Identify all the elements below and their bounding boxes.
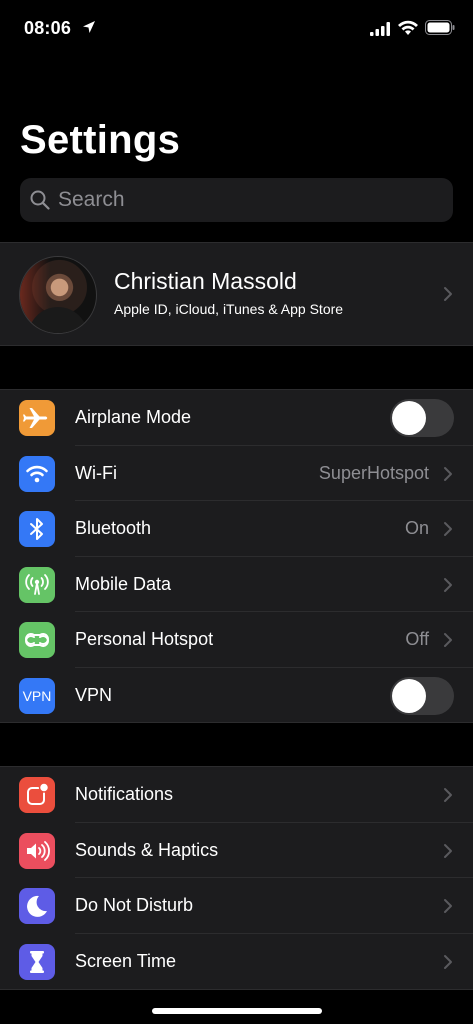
- bluetooth-row[interactable]: Bluetooth On: [0, 501, 473, 557]
- search-bar[interactable]: Search: [20, 178, 453, 222]
- location-arrow-icon: [83, 21, 95, 33]
- apple-id-row[interactable]: Christian Massold Apple ID, iCloud, iTun…: [0, 242, 473, 346]
- screen-time-label: Screen Time: [75, 950, 177, 971]
- chevron-right-icon: [444, 522, 452, 536]
- vpn-row: VPN VPN: [0, 668, 473, 724]
- wifi-row[interactable]: Wi-Fi SuperHotspot: [0, 446, 473, 501]
- bluetooth-icon: [19, 511, 55, 547]
- status-bar: 08:06: [0, 0, 473, 58]
- screen-time-row[interactable]: Screen Time: [0, 934, 473, 990]
- do-not-disturb-label: Do Not Disturb: [75, 895, 194, 915]
- chevron-right-icon: [444, 954, 452, 969]
- moon-icon: [19, 888, 55, 924]
- wifi-value: SuperHotspot: [318, 462, 429, 483]
- mobile-data-label: Mobile Data: [75, 573, 172, 594]
- personal-hotspot-row[interactable]: Personal Hotspot Off: [0, 612, 473, 668]
- airplane-mode-toggle[interactable]: [390, 399, 454, 437]
- chevron-right-icon: [444, 788, 452, 802]
- notifications-label: Notifications: [75, 784, 174, 804]
- notifications-icon: [19, 777, 55, 813]
- network-settings-group: Airplane Mode Wi-Fi SuperHotspot Bluetoo…: [0, 389, 473, 723]
- wifi-status-icon: [398, 20, 418, 35]
- vpn-label: VPN: [75, 684, 113, 705]
- status-time: 08:06: [24, 18, 72, 38]
- chevron-right-icon: [444, 287, 452, 301]
- bluetooth-label: Bluetooth: [75, 518, 152, 538]
- airplane-mode-row: Airplane Mode: [0, 390, 473, 446]
- sounds-haptics-row[interactable]: Sounds & Haptics: [0, 823, 473, 878]
- general-settings-group: Notifications Sounds & Haptics Do Not Di…: [0, 766, 473, 990]
- battery-icon: [425, 20, 455, 35]
- chevron-right-icon: [444, 466, 452, 481]
- search-placeholder: Search: [58, 188, 125, 211]
- chevron-right-icon: [444, 899, 452, 913]
- notifications-row[interactable]: Notifications: [0, 767, 473, 823]
- vpn-icon: VPN: [19, 677, 55, 714]
- profile-subtitle: Apple ID, iCloud, iTunes & App Store: [114, 301, 344, 317]
- page-title: Settings: [20, 118, 181, 162]
- profile-name: Christian Massold: [114, 268, 297, 294]
- airplane-mode-label: Airplane Mode: [75, 407, 192, 427]
- bluetooth-value: On: [404, 518, 429, 538]
- chevron-right-icon: [444, 843, 452, 858]
- vpn-toggle[interactable]: [390, 676, 454, 715]
- personal-hotspot-label: Personal Hotspot: [75, 629, 214, 649]
- sounds-haptics-label: Sounds & Haptics: [75, 839, 219, 860]
- home-indicator[interactable]: [152, 1008, 322, 1014]
- speaker-icon: [19, 832, 55, 869]
- do-not-disturb-row[interactable]: Do Not Disturb: [0, 878, 473, 934]
- chevron-right-icon: [444, 577, 452, 592]
- antenna-icon: [19, 566, 55, 603]
- search-icon: [30, 190, 50, 210]
- cellular-signal-icon: [370, 22, 390, 36]
- wifi-icon: [19, 455, 55, 492]
- vpn-icon-text: VPN: [22, 687, 52, 704]
- mobile-data-row[interactable]: Mobile Data: [0, 557, 473, 612]
- airplane-icon: [19, 400, 55, 436]
- personal-hotspot-value: Off: [405, 629, 429, 649]
- avatar: [19, 256, 97, 334]
- wifi-label: Wi-Fi: [75, 462, 117, 483]
- hotspot-icon: [19, 622, 55, 658]
- chevron-right-icon: [444, 633, 452, 647]
- hourglass-icon: [19, 943, 55, 980]
